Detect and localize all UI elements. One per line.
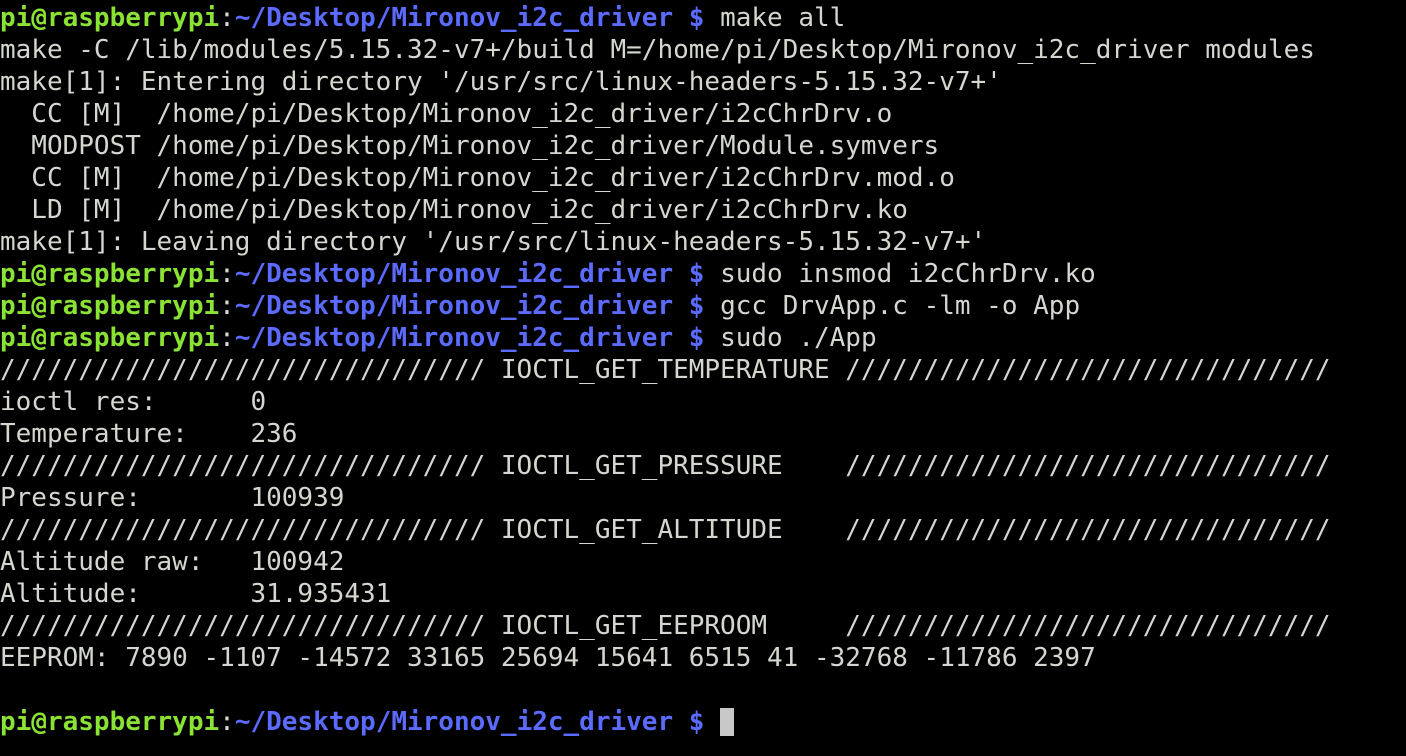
- prompt-user-host: pi@raspberrypi: [0, 707, 220, 737]
- prompt-colon: :: [219, 291, 235, 321]
- prompt-user-host: pi@raspberrypi: [0, 259, 220, 289]
- output-text: CC [M] /home/pi/Desktop/Mironov_i2c_driv…: [0, 163, 955, 193]
- text-cursor[interactable]: [720, 708, 735, 736]
- command-text: gcc DrvApp.c -lm -o App: [720, 291, 1081, 321]
- output-text: make -C /lib/modules/5.15.32-v7+/build M…: [0, 35, 1315, 65]
- prompt-path: ~/Desktop/Mironov_i2c_driver $: [234, 3, 705, 33]
- prompt-path: ~/Desktop/Mironov_i2c_driver $: [234, 323, 705, 353]
- output-line: Altitude raw: 100942: [0, 546, 1406, 578]
- output-text: Altitude: 31.935431: [0, 579, 392, 609]
- prompt-colon: :: [219, 323, 235, 353]
- output-line: make[1]: Entering directory '/usr/src/li…: [0, 66, 1406, 98]
- output-text: /////////////////////////////// IOCTL_GE…: [0, 515, 1331, 545]
- prompt-colon: :: [219, 3, 235, 33]
- prompt-colon: :: [219, 707, 235, 737]
- prompt-path: ~/Desktop/Mironov_i2c_driver $: [234, 259, 705, 289]
- output-line: CC [M] /home/pi/Desktop/Mironov_i2c_driv…: [0, 162, 1406, 194]
- output-text: EEPROM: 7890 -1107 -14572 33165 25694 15…: [0, 643, 1096, 673]
- prompt-path: ~/Desktop/Mironov_i2c_driver $: [234, 707, 705, 737]
- prompt-path: ~/Desktop/Mironov_i2c_driver $: [234, 291, 705, 321]
- output-line: CC [M] /home/pi/Desktop/Mironov_i2c_driv…: [0, 98, 1406, 130]
- prompt-line: pi@raspberrypi:~/Desktop/Mironov_i2c_dri…: [0, 706, 1406, 738]
- output-text: make[1]: Entering directory '/usr/src/li…: [0, 67, 1002, 97]
- command-text: make all: [720, 3, 846, 33]
- terminal-window[interactable]: pi@raspberrypi:~/Desktop/Mironov_i2c_dri…: [0, 0, 1406, 756]
- output-text: ioctl res: 0: [0, 387, 267, 417]
- output-text: MODPOST /home/pi/Desktop/Mironov_i2c_dri…: [0, 131, 940, 161]
- prompt-user-host: pi@raspberrypi: [0, 291, 220, 321]
- output-text: /////////////////////////////// IOCTL_GE…: [0, 451, 1331, 481]
- output-line: Altitude: 31.935431: [0, 578, 1406, 610]
- prompt-user-host: pi@raspberrypi: [0, 323, 220, 353]
- prompt-line: pi@raspberrypi:~/Desktop/Mironov_i2c_dri…: [0, 258, 1406, 290]
- command-text: sudo insmod i2cChrDrv.ko: [720, 259, 1096, 289]
- prompt-colon: :: [219, 259, 235, 289]
- output-text: /////////////////////////////// IOCTL_GE…: [0, 355, 1331, 385]
- output-line: Temperature: 236: [0, 418, 1406, 450]
- output-line: make[1]: Leaving directory '/usr/src/lin…: [0, 226, 1406, 258]
- output-text: LD [M] /home/pi/Desktop/Mironov_i2c_driv…: [0, 195, 908, 225]
- prompt-user-host: pi@raspberrypi: [0, 3, 220, 33]
- output-line: /////////////////////////////// IOCTL_GE…: [0, 354, 1406, 386]
- output-line: /////////////////////////////// IOCTL_GE…: [0, 450, 1406, 482]
- output-text: CC [M] /home/pi/Desktop/Mironov_i2c_driv…: [0, 99, 893, 129]
- output-line: /////////////////////////////// IOCTL_GE…: [0, 514, 1406, 546]
- output-line: /////////////////////////////// IOCTL_GE…: [0, 610, 1406, 642]
- output-text: Altitude raw: 100942: [0, 547, 345, 577]
- output-line: make -C /lib/modules/5.15.32-v7+/build M…: [0, 34, 1406, 66]
- output-line: ioctl res: 0: [0, 386, 1406, 418]
- prompt-line: pi@raspberrypi:~/Desktop/Mironov_i2c_dri…: [0, 290, 1406, 322]
- output-text: Temperature: 236: [0, 419, 298, 449]
- output-line: Pressure: 100939: [0, 482, 1406, 514]
- output-text: /////////////////////////////// IOCTL_GE…: [0, 611, 1331, 641]
- prompt-line: pi@raspberrypi:~/Desktop/Mironov_i2c_dri…: [0, 2, 1406, 34]
- output-text: Pressure: 100939: [0, 483, 345, 513]
- prompt-line: pi@raspberrypi:~/Desktop/Mironov_i2c_dri…: [0, 322, 1406, 354]
- output-line: MODPOST /home/pi/Desktop/Mironov_i2c_dri…: [0, 130, 1406, 162]
- output-line: LD [M] /home/pi/Desktop/Mironov_i2c_driv…: [0, 194, 1406, 226]
- command-text: sudo ./App: [720, 323, 877, 353]
- output-line: EEPROM: 7890 -1107 -14572 33165 25694 15…: [0, 642, 1406, 674]
- terminal-output: pi@raspberrypi:~/Desktop/Mironov_i2c_dri…: [0, 2, 1406, 738]
- output-text: make[1]: Leaving directory '/usr/src/lin…: [0, 227, 987, 257]
